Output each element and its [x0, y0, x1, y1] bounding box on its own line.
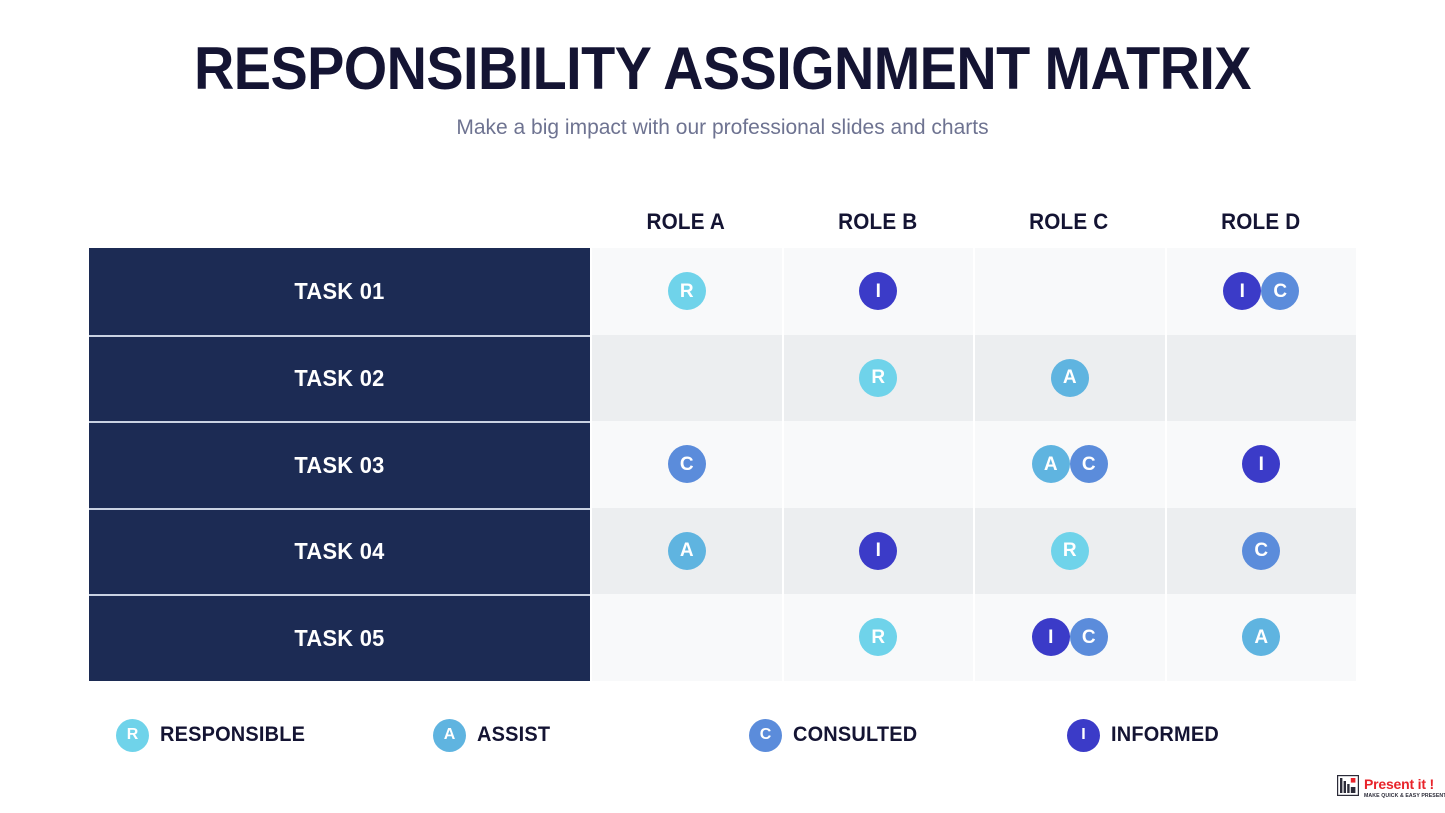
- legend: R RESPONSIBLE A ASSIST C CONSULTED I INFORMED: [89, 712, 1356, 758]
- column-header-role-a: ROLE A: [596, 209, 776, 235]
- matrix-cell[interactable]: [782, 421, 974, 508]
- raci-badge-r: R: [1051, 532, 1089, 570]
- matrix-cell[interactable]: C: [1165, 508, 1357, 595]
- column-header-role-b: ROLE B: [787, 209, 967, 235]
- raci-badge-c: C: [1070, 618, 1108, 656]
- table-row: TASK 01RIIC: [89, 248, 1356, 335]
- raci-badge-c: C: [1070, 445, 1108, 483]
- brand-logo[interactable]: Present it ! MAKE QUICK & EASY PRESENTAT…: [1337, 775, 1445, 801]
- matrix-cell[interactable]: R: [590, 248, 782, 335]
- raci-badge-a: A: [1051, 359, 1089, 397]
- matrix-cell[interactable]: R: [782, 335, 974, 422]
- role-cells: CACI: [590, 421, 1356, 508]
- raci-badge-i: I: [1242, 445, 1280, 483]
- legend-badge-c: C: [749, 719, 782, 752]
- matrix-cell[interactable]: I: [782, 248, 974, 335]
- legend-label: CONSULTED: [793, 723, 917, 747]
- responsibility-matrix: ROLE A ROLE B ROLE C ROLE D TASK 01RIICT…: [89, 196, 1356, 681]
- matrix-cell[interactable]: IC: [1165, 248, 1357, 335]
- page-title: RESPONSIBILITY ASSIGNMENT MATRIX: [51, 36, 1395, 102]
- task-cell: TASK 04: [89, 508, 590, 595]
- logo-tagline: MAKE QUICK & EASY PRESENTATIONS: [1364, 792, 1445, 800]
- role-cells: AIRC: [590, 508, 1356, 595]
- task-cell: TASK 01: [89, 248, 590, 335]
- raci-badge-r: R: [668, 272, 706, 310]
- legend-label: INFORMED: [1111, 723, 1219, 747]
- matrix-cell[interactable]: IC: [973, 594, 1165, 681]
- task-cell: TASK 03: [89, 421, 590, 508]
- raci-badge-r: R: [859, 618, 897, 656]
- table-row: TASK 03CACI: [89, 421, 1356, 508]
- matrix-cell[interactable]: [590, 335, 782, 422]
- legend-item-a: A ASSIST: [433, 712, 554, 758]
- matrix-cell[interactable]: A: [973, 335, 1165, 422]
- matrix-cell[interactable]: A: [590, 508, 782, 595]
- raci-badge-i: I: [1032, 618, 1070, 656]
- raci-badge-i: I: [859, 272, 897, 310]
- raci-badge-a: A: [1032, 445, 1070, 483]
- raci-badge-a: A: [668, 532, 706, 570]
- raci-badge-i: I: [859, 532, 897, 570]
- matrix-column-headers: ROLE A ROLE B ROLE C ROLE D: [89, 196, 1356, 248]
- table-row: TASK 05 R IC A: [89, 594, 1356, 681]
- matrix-cell[interactable]: [973, 248, 1165, 335]
- logo-text: Present it ! MAKE QUICK & EASY PRESENTAT…: [1364, 777, 1445, 800]
- raci-badge-c: C: [668, 445, 706, 483]
- legend-badge-a: A: [433, 719, 466, 752]
- matrix-cell[interactable]: A: [1165, 594, 1357, 681]
- task-label: TASK 04: [294, 538, 384, 565]
- legend-item-c: C CONSULTED: [749, 712, 924, 758]
- legend-badge-r: R: [116, 719, 149, 752]
- table-row: TASK 04 A I R C: [89, 508, 1356, 595]
- present-it-logo-icon: [1337, 775, 1359, 801]
- raci-badge-c: C: [1261, 272, 1299, 310]
- matrix-cell[interactable]: C: [590, 421, 782, 508]
- raci-badge-r: R: [859, 359, 897, 397]
- role-cells: R IC A: [590, 594, 1356, 681]
- role-cells: RIIC: [590, 248, 1356, 335]
- table-row: TASK 02RA: [89, 335, 1356, 422]
- column-header-role-d: ROLE D: [1170, 209, 1350, 235]
- slide-header: RESPONSIBILITY ASSIGNMENT MATRIX Make a …: [0, 36, 1445, 142]
- task-label: TASK 05: [294, 625, 384, 652]
- legend-badge-i: I: [1067, 719, 1100, 752]
- page-subtitle: Make a big impact with our professional …: [0, 114, 1445, 142]
- logo-name: Present it !: [1364, 777, 1445, 792]
- task-cell: TASK 02: [89, 335, 590, 422]
- raci-badge-c: C: [1242, 532, 1280, 570]
- legend-label: ASSIST: [477, 723, 550, 747]
- raci-badge-a: A: [1242, 618, 1280, 656]
- column-header-role-c: ROLE C: [979, 209, 1159, 235]
- task-label: TASK 03: [294, 452, 384, 479]
- legend-item-i: I INFORMED: [1067, 712, 1225, 758]
- matrix-cell[interactable]: [1165, 335, 1357, 422]
- task-cell: TASK 05: [89, 594, 590, 681]
- matrix-cell[interactable]: AC: [973, 421, 1165, 508]
- legend-item-r: R RESPONSIBLE: [116, 712, 313, 758]
- legend-label: RESPONSIBLE: [160, 723, 305, 747]
- matrix-cell[interactable]: I: [1165, 421, 1357, 508]
- matrix-grid: TASK 01RIICTASK 02RATASK 03CACITASK 04AI…: [89, 248, 1356, 681]
- role-cells: RA: [590, 335, 1356, 422]
- matrix-cell[interactable]: [590, 594, 782, 681]
- task-label: TASK 02: [294, 365, 384, 392]
- task-label: TASK 01: [294, 278, 384, 305]
- matrix-cell[interactable]: I: [782, 508, 974, 595]
- raci-badge-i: I: [1223, 272, 1261, 310]
- matrix-cell[interactable]: R: [973, 508, 1165, 595]
- matrix-cell[interactable]: R: [782, 594, 974, 681]
